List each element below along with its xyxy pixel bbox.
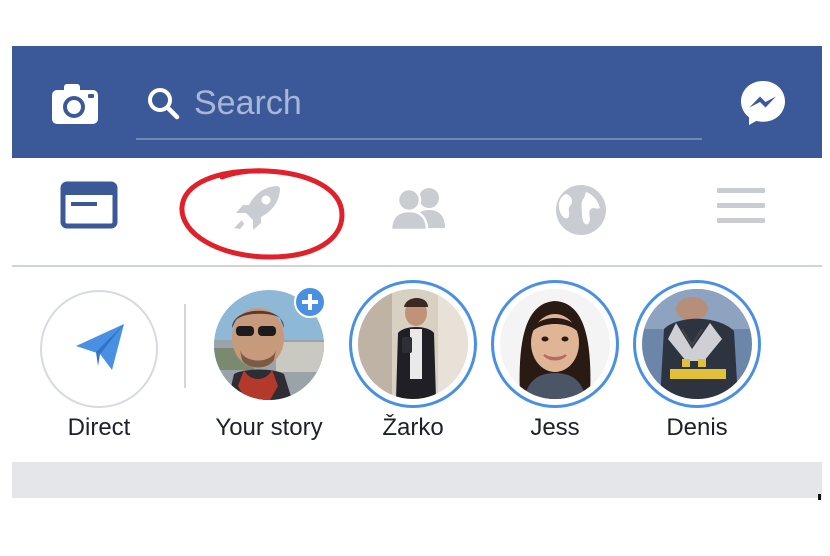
- tab-explore[interactable]: [224, 180, 294, 242]
- stories-row: Direct Your story Žarko Jess Denis: [12, 266, 822, 460]
- story-label: Direct: [67, 414, 131, 441]
- add-story-button[interactable]: [294, 286, 326, 318]
- feed-separator: [12, 462, 822, 498]
- story-label: Denis: [666, 414, 728, 441]
- story-label: Žarko: [382, 414, 444, 441]
- stories-divider: [184, 304, 186, 388]
- edge-artifact: [818, 494, 821, 500]
- story-zarko[interactable]: Žarko: [338, 280, 488, 460]
- story-denis[interactable]: Denis: [622, 280, 772, 460]
- tab-friends[interactable]: [383, 180, 453, 242]
- story-label: Your story: [215, 414, 323, 441]
- avatar: [358, 289, 468, 399]
- top-bar: [12, 46, 822, 158]
- tab-notifications-globe[interactable]: [546, 180, 616, 242]
- tab-bar: [12, 158, 822, 267]
- friends-icon: [389, 187, 445, 232]
- messenger-icon: [741, 81, 785, 125]
- news-feed-icon: [60, 181, 118, 229]
- tab-menu[interactable]: [711, 180, 781, 242]
- story-jess[interactable]: Jess: [480, 280, 630, 460]
- story-direct[interactable]: Direct: [17, 280, 167, 460]
- avatar: [500, 289, 610, 399]
- zarko-photo: [358, 289, 468, 399]
- search-bar[interactable]: [136, 68, 702, 140]
- paper-plane-icon: [76, 324, 124, 370]
- hamburger-menu-icon: [717, 188, 765, 223]
- story-label: Jess: [530, 414, 580, 441]
- rocket-icon: [234, 186, 280, 230]
- search-icon: [148, 88, 180, 120]
- camera-button[interactable]: [50, 82, 100, 126]
- jess-photo: [500, 289, 610, 399]
- denis-photo: [642, 289, 752, 399]
- plus-icon: [302, 294, 318, 310]
- messenger-button[interactable]: [738, 78, 788, 128]
- avatar: [642, 289, 752, 399]
- camera-icon: [52, 84, 98, 124]
- globe-icon: [556, 185, 606, 235]
- search-input[interactable]: [194, 76, 674, 130]
- tab-news-feed[interactable]: [59, 180, 129, 242]
